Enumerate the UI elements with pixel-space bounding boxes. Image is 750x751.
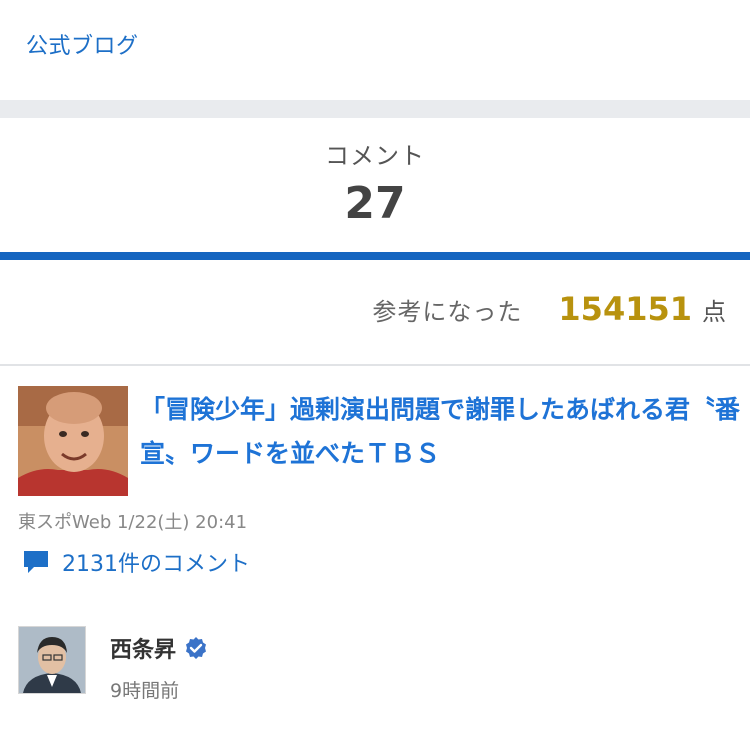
comment-bubble-icon (24, 551, 48, 573)
helpful-unit: 点 (702, 298, 726, 326)
tab-comments[interactable]: コメント 27 (0, 118, 750, 252)
tab-comments-count: 27 (344, 178, 406, 229)
verified-check-icon (186, 637, 207, 659)
person-photo-icon (18, 386, 128, 496)
article-comments-count: 2131件のコメント (62, 552, 250, 577)
helpful-score: 154151 (558, 290, 692, 328)
helpful-label: 参考になった (372, 298, 523, 326)
article-comments-link[interactable]: 2131件のコメント (22, 546, 250, 578)
official-blog-link[interactable]: 公式ブログ (26, 28, 139, 60)
article-source: 東スポWeb (18, 512, 112, 533)
avatar-photo-icon (19, 627, 85, 693)
article-datetime: 1/22(土) 20:41 (116, 512, 248, 533)
article-thumbnail[interactable] (18, 386, 128, 496)
section-divider (0, 100, 750, 118)
helpful-summary: 参考になった 154151 点 (372, 290, 726, 340)
page: 公式ブログ コメント 27 参考になった 154151 点 「冒険少年」過剰演出… (0, 0, 750, 751)
author-name[interactable]: 西条昇 (110, 632, 176, 664)
article-title-link[interactable]: 「冒険少年」過剰演出問題で謝罪したあばれる君〝番宣〟ワードを並べたＴＢＳ (140, 388, 740, 476)
divider (0, 364, 750, 366)
tab-comments-label: コメント (325, 142, 425, 170)
article-meta: 東スポWeb 1/22(土) 20:41 (18, 508, 247, 534)
author-post-time: 9時間前 (110, 680, 180, 702)
author-avatar[interactable] (18, 626, 86, 694)
author-name-row: 西条昇 (110, 632, 208, 664)
tab-active-indicator (0, 252, 750, 260)
